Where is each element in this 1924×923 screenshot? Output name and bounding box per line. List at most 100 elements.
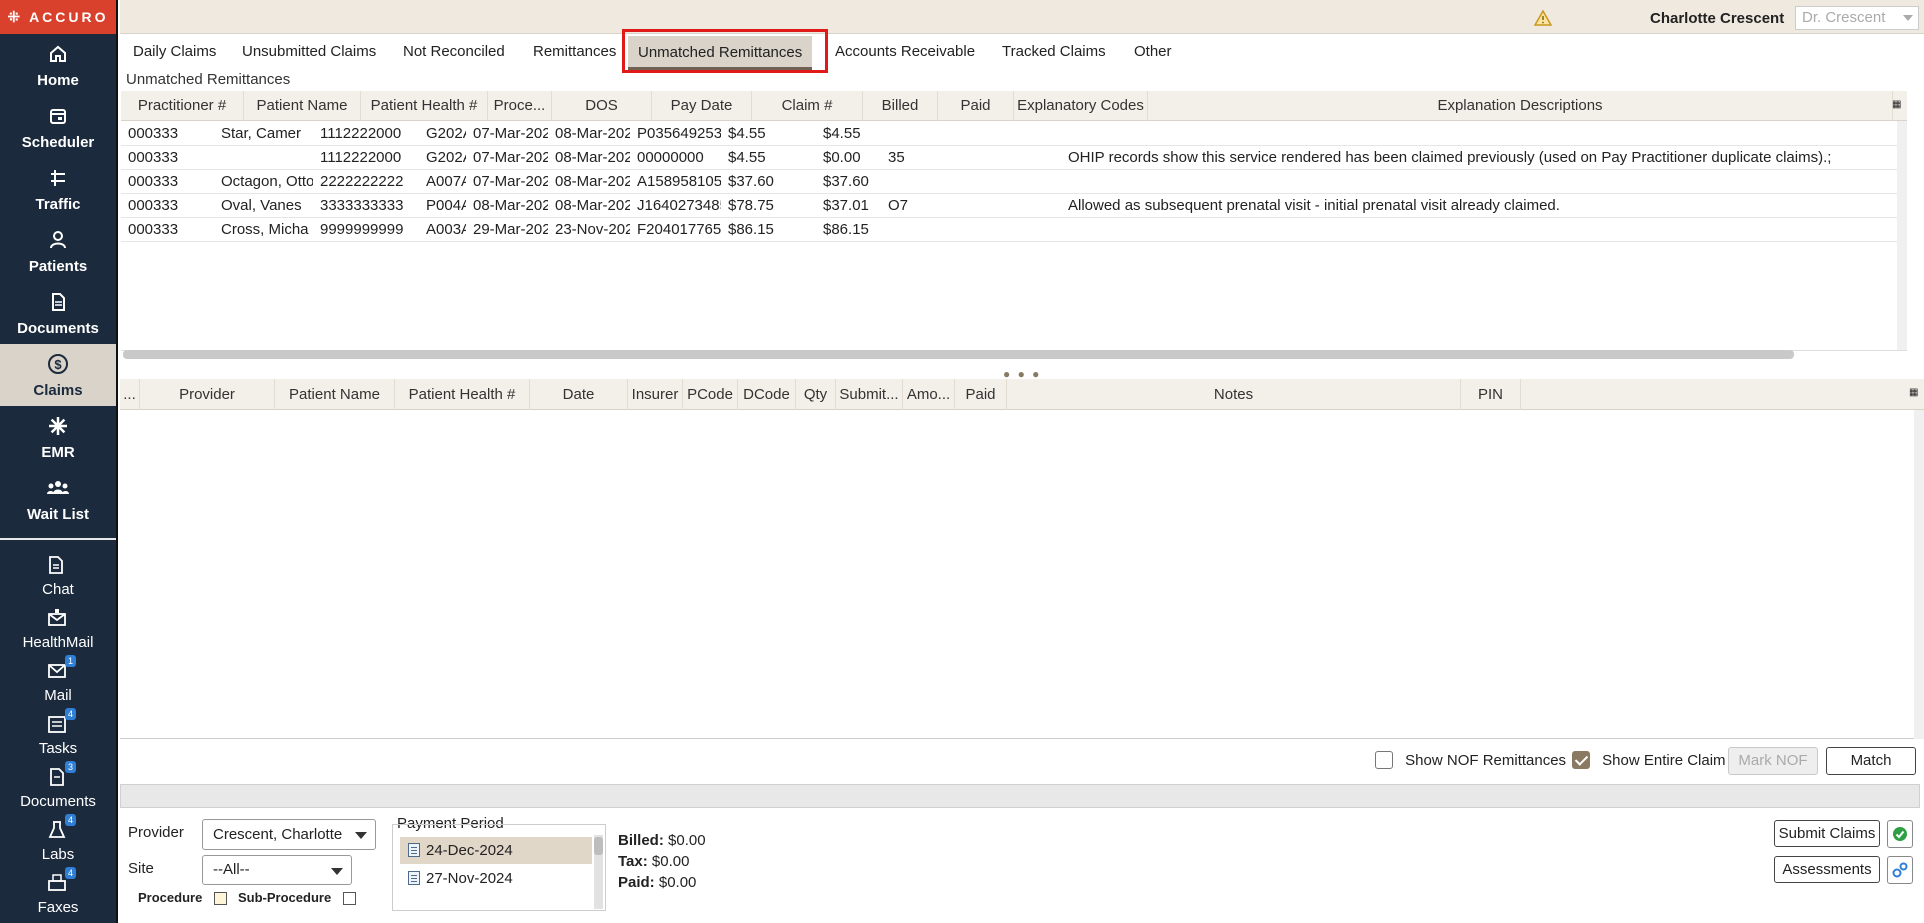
column-header[interactable]: Date	[530, 379, 628, 410]
show-entire-claim-checkbox[interactable]	[1572, 751, 1590, 770]
vertical-scrollbar[interactable]	[1897, 121, 1907, 350]
column-header[interactable]: Submit...	[836, 379, 903, 410]
sub-procedure-checkbox[interactable]	[342, 892, 356, 906]
payment-period-list[interactable]: 24-Dec-2024 27-Nov-2024	[392, 824, 606, 911]
show-nof-checkbox[interactable]	[1375, 751, 1393, 770]
table-row[interactable]: 000333 1112222000 G202A 07-Mar-2023 08-Mar-2…	[121, 146, 1907, 170]
sidebar-item-traffic[interactable]: Traffic	[0, 158, 116, 220]
sidebar-item-documents[interactable]: Documents	[0, 282, 116, 344]
column-chooser-icon[interactable]: ▦	[1909, 387, 1921, 399]
column-header[interactable]: Billed	[863, 91, 938, 121]
table-cell: 000333	[128, 197, 179, 214]
mark-nof-button[interactable]: Mark NOF	[1728, 747, 1818, 775]
sidebar-item-labs[interactable]: 4 Labs	[0, 813, 116, 868]
sidebar-item-label: Documents	[17, 319, 99, 337]
dollar-icon: $	[46, 352, 70, 376]
sidebar-item-tasks[interactable]: 4 Tasks	[0, 707, 116, 762]
column-header[interactable]: Qty	[796, 379, 836, 410]
sidebar-item-chat[interactable]: Chat	[0, 550, 116, 603]
column-header[interactable]: ...	[120, 379, 140, 410]
column-header[interactable]: Pay Date	[652, 91, 752, 121]
sidebar-item-claims[interactable]: $ Claims	[0, 344, 116, 406]
site-select[interactable]: --All--	[202, 855, 352, 885]
column-header[interactable]: Claim #	[752, 91, 863, 121]
table-cell: 000333	[128, 221, 179, 238]
column-header[interactable]: Patient Health #	[395, 379, 530, 410]
sub-procedure-filter[interactable]: Sub-Procedure	[238, 890, 356, 906]
tab-remittances[interactable]: Remittances	[533, 43, 616, 60]
table-row[interactable]: 000333 Oval, Vanes 3333333333 P004A 08-Mar-2…	[121, 194, 1907, 218]
tab-unmatched-remittances[interactable]: Unmatched Remittances	[628, 36, 813, 70]
submit-claims-button[interactable]: Submit Claims	[1774, 820, 1880, 847]
column-header[interactable]: Patient Name	[244, 91, 361, 121]
sidebar-item-healthmail[interactable]: HealthMail	[0, 603, 116, 656]
table-header: Practitioner # Patient Name Patient Heal…	[121, 91, 1907, 121]
column-header[interactable]: Patient Health #	[361, 91, 488, 121]
sidebar-item-documents-inbox[interactable]: 3 Documents	[0, 760, 116, 815]
horizontal-scrollbar[interactable]	[123, 350, 1794, 359]
tab-other[interactable]: Other	[1134, 43, 1172, 60]
table-row[interactable]: 000333 Cross, Micha 9999999999 A003A 29-Mar-…	[121, 218, 1907, 242]
column-header[interactable]: Insurer	[628, 379, 683, 410]
table-cell: 08-Mar-2023	[555, 173, 630, 190]
table-cell: Allowed as subsequent prenatal visit - i…	[1068, 197, 1560, 214]
column-header[interactable]: PIN	[1461, 379, 1521, 410]
table-row[interactable]: 000333 Star, Camer 1112222000 G202A 07-Mar-2…	[121, 122, 1907, 146]
column-header[interactable]: Practitioner #	[121, 91, 244, 121]
vertical-scrollbar[interactable]	[1914, 410, 1924, 739]
tab-daily-claims[interactable]: Daily Claims	[133, 43, 216, 60]
table-row[interactable]: 000333 Octagon, Otto 2222222222 A007A 07-Mar…	[121, 170, 1907, 194]
column-header[interactable]: DOS	[552, 91, 652, 121]
list-item[interactable]: 27-Nov-2024	[400, 865, 592, 892]
list-item[interactable]: 24-Dec-2024	[400, 837, 592, 864]
column-header[interactable]: Paid	[938, 91, 1014, 121]
sidebar-item-patients[interactable]: Patients	[0, 220, 116, 282]
table-cell: $37.60	[728, 173, 774, 190]
assessments-button[interactable]: Assessments	[1774, 856, 1880, 883]
column-header[interactable]: Explanation Descriptions	[1148, 91, 1893, 121]
sidebar-item-wait-list[interactable]: Wait List	[0, 468, 116, 530]
column-header[interactable]: PCode	[683, 379, 738, 410]
tab-unsubmitted-claims[interactable]: Unsubmitted Claims	[242, 43, 376, 60]
column-header[interactable]: Patient Name	[275, 379, 395, 410]
match-button[interactable]: Match	[1826, 747, 1916, 775]
sidebar-item-faxes[interactable]: 4 Faxes	[0, 866, 116, 921]
table-cell: $78.75	[728, 197, 774, 214]
vertical-scrollbar[interactable]	[594, 835, 603, 909]
show-entire-claim-toggle[interactable]: Show Entire Claim	[1572, 751, 1726, 770]
sidebar-item-home[interactable]: Home	[0, 34, 116, 96]
assessments-settings-icon[interactable]	[1887, 856, 1913, 884]
site-label: Site	[128, 860, 154, 877]
column-header[interactable]: Explanatory Codes	[1014, 91, 1148, 121]
column-header[interactable]: Notes	[1007, 379, 1461, 410]
column-header[interactable]: DCode	[738, 379, 796, 410]
tab-not-reconciled[interactable]: Not Reconciled	[403, 43, 505, 60]
provider-select[interactable]: Crescent, Charlotte	[202, 819, 376, 850]
column-header[interactable]: Amo...	[903, 379, 955, 410]
column-header[interactable]: Proce...	[488, 91, 552, 121]
sidebar-item-label: Labs	[41, 845, 75, 863]
sidebar-item-emr[interactable]: EMR	[0, 406, 116, 468]
show-nof-remittances-toggle[interactable]: Show NOF Remittances	[1375, 751, 1566, 770]
site-select-value: --All--	[213, 861, 250, 878]
group-icon	[46, 476, 70, 500]
table-cell: 35	[888, 149, 905, 166]
tab-tracked-claims[interactable]: Tracked Claims	[1002, 43, 1106, 60]
accuro-logo[interactable]: ⁜ ACCURO	[0, 0, 116, 34]
sidebar-item-label: Home	[37, 71, 79, 89]
procedure-checkbox[interactable]	[213, 892, 227, 906]
column-header[interactable]: Paid	[955, 379, 1007, 410]
doctor-select[interactable]: Dr. Crescent	[1795, 6, 1919, 30]
table-cell: F2040177657	[637, 221, 721, 238]
warning-icon[interactable]	[1533, 9, 1553, 30]
submit-status-icon[interactable]	[1887, 820, 1913, 848]
tab-accounts-receivable[interactable]: Accounts Receivable	[835, 43, 975, 60]
sidebar-item-scheduler[interactable]: Scheduler	[0, 96, 116, 158]
procedure-filter[interactable]: Procedure	[138, 890, 227, 906]
table-cell: $37.60	[823, 173, 869, 190]
healthmail-icon	[48, 608, 68, 629]
column-chooser-icon[interactable]: ▦	[1892, 99, 1904, 111]
column-header[interactable]: Provider	[140, 379, 275, 410]
table-cell: Cross, Micha	[221, 221, 309, 238]
sidebar-item-mail[interactable]: 1 Mail	[0, 654, 116, 709]
